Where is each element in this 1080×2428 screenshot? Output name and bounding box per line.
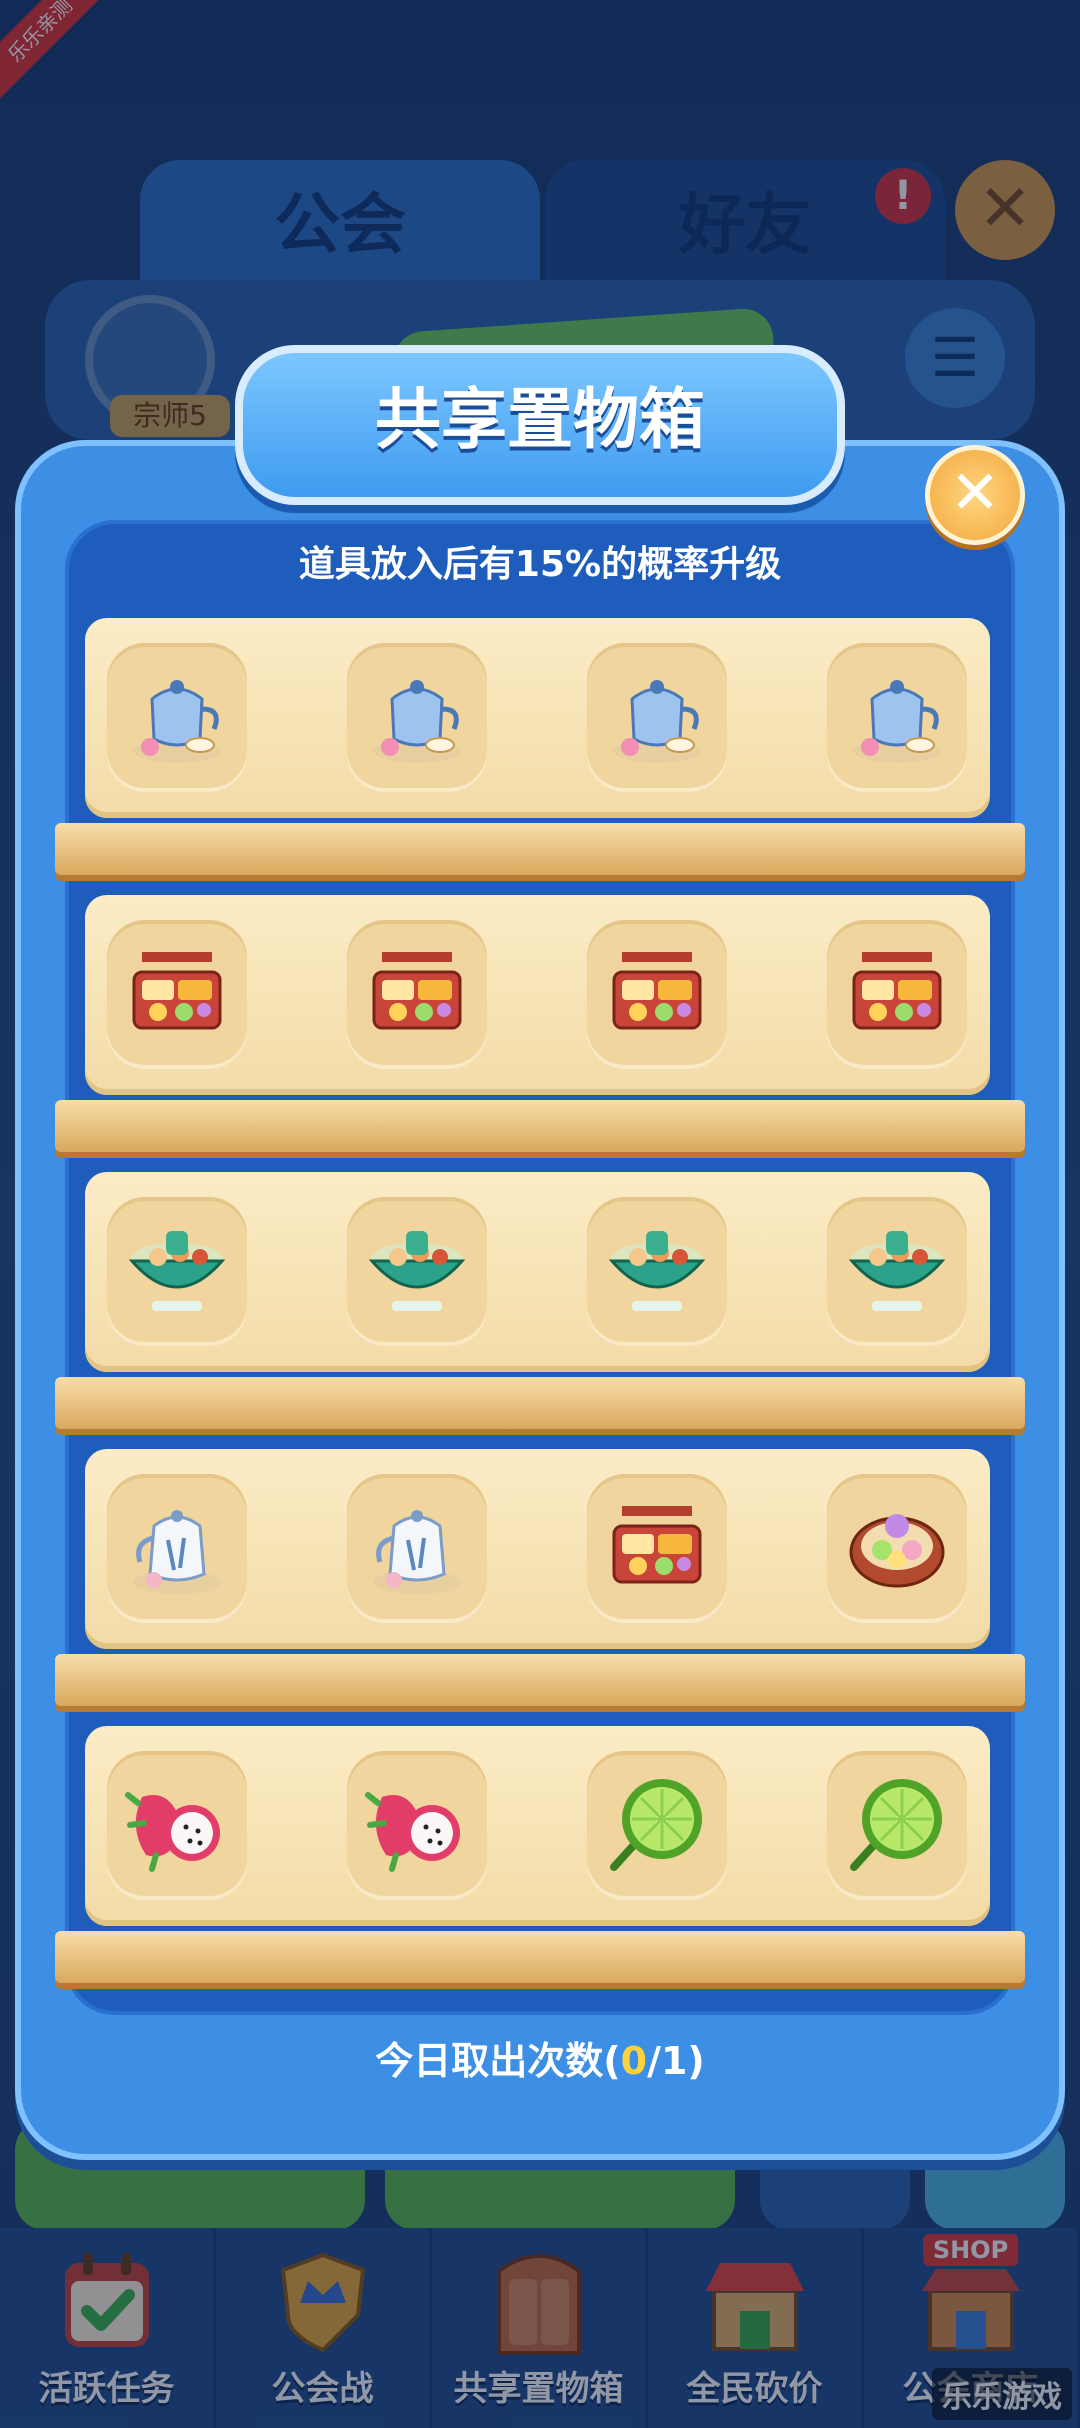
modal-subtitle: 道具放入后有15%的概率升级	[298, 544, 782, 585]
counter-suffix: /1)	[647, 2039, 705, 2083]
shelf-row	[55, 895, 1025, 1155]
item-slot[interactable]	[347, 1197, 487, 1342]
bento-box-icon	[842, 936, 952, 1050]
teapot-set-icon	[362, 659, 472, 773]
lime-icon	[602, 1767, 712, 1881]
modal-title: 共享置物箱	[375, 381, 705, 458]
item-slot[interactable]	[587, 1474, 727, 1619]
item-slot[interactable]	[107, 1474, 247, 1619]
item-slot[interactable]	[347, 920, 487, 1065]
dragon-fruit-icon	[362, 1767, 472, 1881]
shelf-row	[55, 618, 1025, 878]
bento-box-icon	[602, 936, 712, 1050]
item-slot[interactable]	[587, 643, 727, 788]
teapot-set-icon	[842, 659, 952, 773]
counter-value: 0	[620, 2039, 648, 2083]
lime-icon	[842, 1767, 952, 1881]
shelf-row	[55, 1172, 1025, 1432]
item-slot[interactable]	[107, 1197, 247, 1342]
item-slot[interactable]	[827, 1474, 967, 1619]
bento-box-icon	[602, 1490, 712, 1604]
hotpot-icon	[362, 1213, 472, 1327]
hotpot-icon	[122, 1213, 232, 1327]
teapot-set-icon	[602, 659, 712, 773]
close-button[interactable]: ✕	[925, 445, 1025, 545]
hotpot-icon	[842, 1213, 952, 1327]
daily-withdraw-counter: 今日取出次数(0/1)	[65, 2030, 1015, 2085]
hotpot-icon	[602, 1213, 712, 1327]
item-slot[interactable]	[587, 1197, 727, 1342]
item-slot[interactable]	[107, 920, 247, 1065]
shelf-board	[55, 1654, 1025, 1706]
shelf-board	[55, 823, 1025, 875]
item-slot[interactable]	[827, 643, 967, 788]
item-slot[interactable]	[827, 920, 967, 1065]
item-slot[interactable]	[587, 920, 727, 1065]
porcelain-teapot-icon	[362, 1490, 472, 1604]
shelf-row	[55, 1726, 1025, 1986]
shelf-row	[55, 1449, 1025, 1709]
item-slot[interactable]	[347, 1474, 487, 1619]
item-slot[interactable]	[107, 643, 247, 788]
shelf-board	[55, 1100, 1025, 1152]
item-slot[interactable]	[107, 1751, 247, 1896]
shelf-board	[55, 1931, 1025, 1983]
counter-prefix: 今日取出次数(	[375, 2039, 621, 2083]
item-slot[interactable]	[587, 1751, 727, 1896]
sweets-plate-icon	[842, 1490, 952, 1604]
teapot-set-icon	[122, 659, 232, 773]
bento-box-icon	[362, 936, 472, 1050]
shelf-board	[55, 1377, 1025, 1429]
item-slot[interactable]	[347, 1751, 487, 1896]
item-slot[interactable]	[827, 1751, 967, 1896]
item-slot[interactable]	[347, 643, 487, 788]
item-slot[interactable]	[827, 1197, 967, 1342]
bento-box-icon	[122, 936, 232, 1050]
dragon-fruit-icon	[122, 1767, 232, 1881]
porcelain-teapot-icon	[122, 1490, 232, 1604]
